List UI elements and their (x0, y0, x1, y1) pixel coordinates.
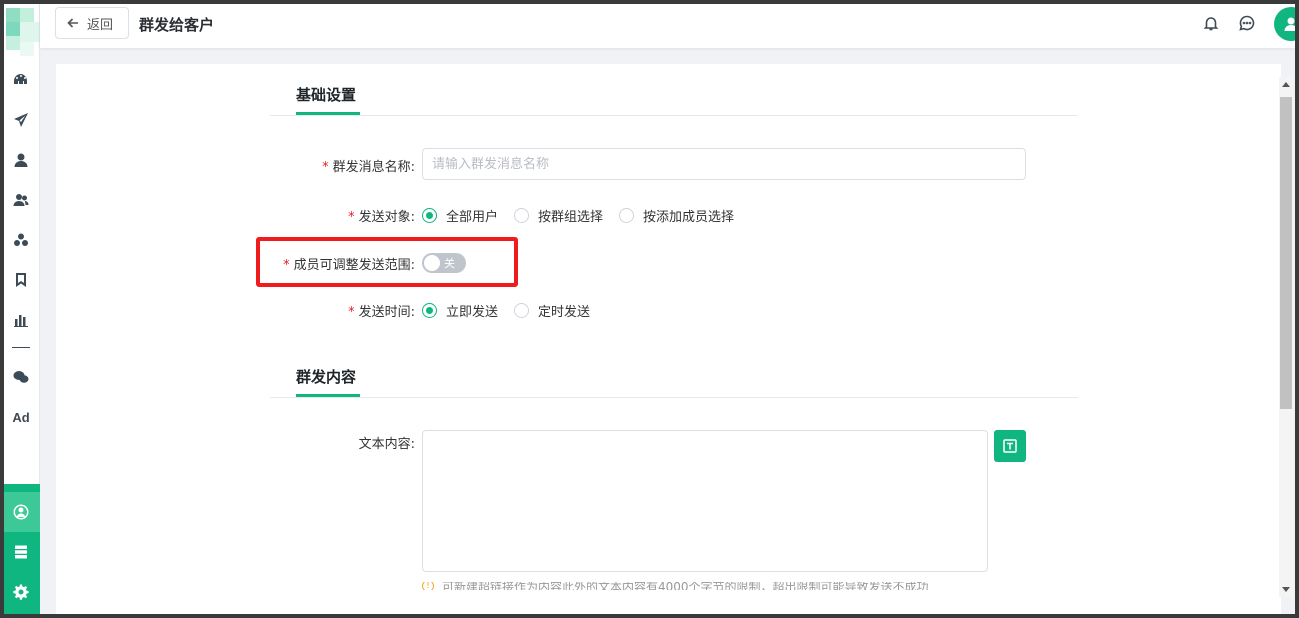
section-divider (270, 397, 1078, 398)
sidebar: Ad (4, 4, 40, 614)
bar-chart-icon[interactable] (10, 309, 32, 331)
basic-settings-title: 基础设置 (296, 86, 357, 104)
warning-icon: ! (422, 582, 434, 590)
dashboard-icon[interactable] (10, 69, 32, 91)
text-content-textarea[interactable] (422, 430, 988, 572)
user-icon[interactable] (10, 149, 32, 171)
radio-scheduled[interactable]: 定时发送 (514, 301, 590, 320)
send-target-radio-group: 全部用户 按群组选择 按添加成员选择 (422, 206, 750, 225)
scrollbar[interactable] (1279, 77, 1293, 597)
content-panel: 基础设置 *群发消息名称: *发送对象: 全部用户 按群组选择 按添加成员选择 (56, 64, 1281, 614)
page-title: 群发给客户 (139, 16, 215, 34)
required-mark: * (322, 160, 329, 175)
sidebar-divider (12, 347, 30, 348)
send-icon[interactable] (10, 109, 32, 131)
send-target-label: * 发送对象: (348, 210, 415, 225)
content-section-title: 群发内容 (296, 368, 357, 386)
radio-dot (422, 208, 437, 223)
text-format-icon (1003, 439, 1017, 453)
logo (4, 4, 40, 66)
top-header: 返回 群发给客户 (40, 4, 1295, 48)
group-icon[interactable] (10, 229, 32, 251)
insert-text-button[interactable] (994, 430, 1026, 462)
text-content-hint: ! 可新建超链接作为内容此外的文本内容有4000个字节的限制，超出限制可能导致发… (422, 582, 929, 590)
server-icon[interactable] (11, 542, 31, 562)
bookmark-icon[interactable] (10, 269, 32, 291)
required-mark: * (283, 258, 290, 273)
scroll-up-arrow[interactable] (1282, 82, 1290, 87)
radio-all-users[interactable]: 全部用户 (422, 206, 498, 225)
message-name-input[interactable] (422, 148, 1026, 180)
back-button[interactable]: 返回 (55, 7, 129, 39)
text-content-label: 文本内容: (358, 437, 415, 452)
radio-by-member[interactable]: 按添加成员选择 (619, 206, 734, 225)
scroll-down-arrow[interactable] (1282, 587, 1290, 592)
scroll-thumb[interactable] (1280, 97, 1292, 409)
send-time-radio-group: 立即发送 定时发送 (422, 301, 606, 320)
users-icon[interactable] (10, 189, 32, 211)
customer-hub-icon[interactable] (11, 502, 31, 522)
member-adjust-toggle[interactable]: 关 (422, 253, 466, 273)
bell-icon[interactable] (1202, 14, 1220, 32)
radio-dot (514, 303, 530, 318)
toggle-knob (424, 255, 440, 271)
ad-icon-label: Ad (12, 409, 30, 425)
radio-by-group[interactable]: 按群组选择 (514, 206, 603, 225)
app-window: Ad 返回 群发给客户 基础设置 * 群发消息名称: 请输入群发消息名称 * 发… (4, 4, 1295, 614)
message-name-label: * 群发消息名称: (322, 160, 415, 175)
ad-icon[interactable]: Ad (10, 406, 32, 428)
wechat-icon[interactable] (10, 366, 32, 388)
back-button-label: 返回 (87, 17, 114, 33)
radio-dot (619, 208, 635, 223)
settings-icon[interactable] (11, 582, 31, 602)
sidebar-bottom-group (4, 484, 40, 614)
required-mark: * (348, 305, 355, 320)
radio-send-now[interactable]: 立即发送 (422, 301, 498, 320)
user-avatar-icon (1284, 17, 1295, 31)
member-adjust-label: * 成员可调整发送范围: (283, 258, 415, 273)
radio-dot (514, 208, 530, 223)
required-mark: * (348, 210, 355, 225)
toggle-state-text: 关 (444, 257, 455, 270)
arrow-left-icon (67, 18, 78, 28)
message-icon[interactable] (1238, 14, 1256, 32)
section-divider (270, 115, 1078, 116)
send-time-label: * 发送时间: (348, 305, 415, 320)
radio-dot (422, 303, 437, 318)
avatar[interactable] (1274, 7, 1295, 41)
